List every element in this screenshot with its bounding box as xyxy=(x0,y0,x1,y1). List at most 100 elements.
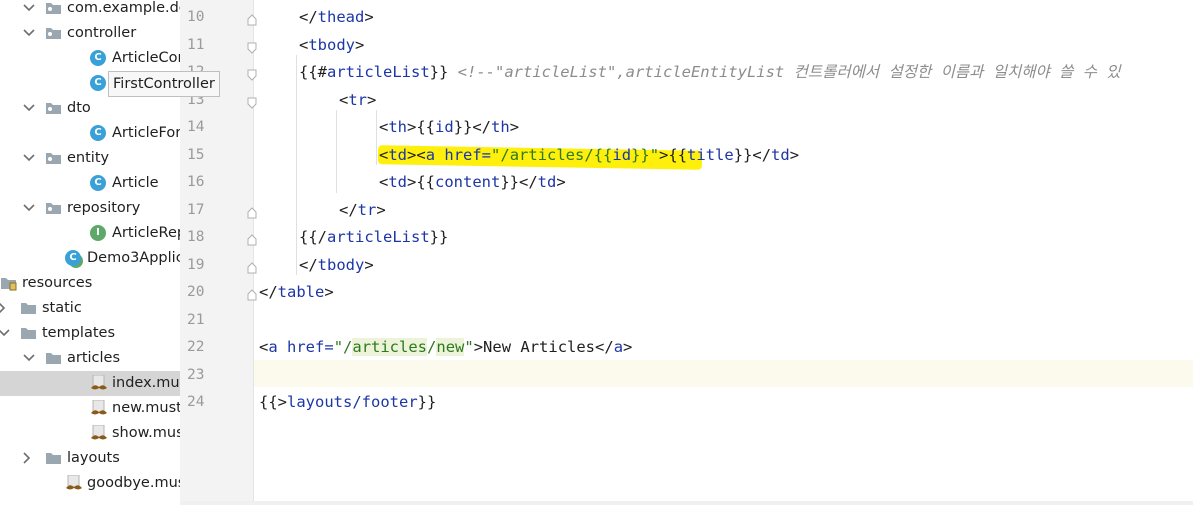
code-line: </tr> xyxy=(339,197,386,224)
tree-item-label: ArticleController xyxy=(112,50,180,66)
line-number: 22 xyxy=(187,339,205,355)
tree-item[interactable]: C Article xyxy=(0,171,180,196)
code-line: </thead> xyxy=(299,4,374,31)
tree-item[interactable]: new.mustache xyxy=(0,396,180,421)
code-token: th xyxy=(491,118,510,136)
code-token: > xyxy=(556,173,566,191)
tree-item-label: Article xyxy=(112,175,159,191)
folder-icon xyxy=(45,350,61,366)
code-token: }}</ xyxy=(500,173,538,191)
code-token: >< xyxy=(407,145,426,164)
class-icon: C xyxy=(90,175,106,191)
tree-item-label: articles xyxy=(67,350,121,366)
code-token: content xyxy=(435,173,501,191)
code-token: td xyxy=(388,145,408,164)
code-line: </table> xyxy=(259,279,334,306)
code-token: tbody xyxy=(308,35,356,54)
code-token: }} xyxy=(631,145,650,164)
code-token: </ xyxy=(299,8,318,26)
code-token: }} xyxy=(417,393,437,411)
code-token: " xyxy=(649,145,660,164)
code-line: <td><a href="/articles/{{id}}">{{title}}… xyxy=(379,142,799,169)
tree-item[interactable]: dto xyxy=(0,96,180,121)
tree-item[interactable]: C Demo3Application xyxy=(0,246,180,271)
tree-item[interactable]: I ArticleRepository xyxy=(0,221,180,246)
class-icon: C xyxy=(90,125,106,141)
code-line: <tbody> xyxy=(299,32,364,59)
tree-item[interactable]: entity xyxy=(0,146,180,171)
code-token: {{> xyxy=(259,393,287,411)
tree-item[interactable]: repository xyxy=(0,196,180,221)
tree-item[interactable]: com.example.demo xyxy=(0,0,180,21)
chevron-down-icon[interactable] xyxy=(23,346,35,371)
code-token: > xyxy=(367,90,377,109)
line-number: 16 xyxy=(187,174,205,190)
code-line: {{#articleList}} <!--"articleList",artic… xyxy=(299,59,1121,86)
code-token: < xyxy=(379,118,389,136)
code-token: table xyxy=(277,283,325,301)
code-token: tbody xyxy=(317,255,365,274)
tree-item[interactable]: index.mustache xyxy=(0,371,180,396)
code-token: < xyxy=(379,173,389,191)
line-number: 21 xyxy=(187,311,205,328)
tree-item[interactable]: C ArticleController xyxy=(0,46,180,71)
code-line: {{>layouts/footer}} xyxy=(259,389,436,416)
tree-item[interactable]: layouts xyxy=(0,446,180,471)
chevron-right-icon[interactable] xyxy=(23,446,35,471)
tree-item[interactable]: static xyxy=(0,296,180,321)
line-number: 14 xyxy=(187,119,205,135)
mustache-file-icon xyxy=(90,399,107,416)
tree-item-label: static xyxy=(42,300,82,316)
mustache-file-icon xyxy=(65,474,82,491)
line-number: 18 xyxy=(187,229,205,245)
chevron-down-icon[interactable] xyxy=(23,0,35,21)
code-editor[interactable]: </thead> <tbody> {{#articleList}} <!--"art… xyxy=(254,0,1193,505)
code-token: <!--"articleList",articleEntityList 컨트롤러… xyxy=(457,63,1121,81)
line-number: 19 xyxy=(187,256,205,273)
code-line: </tbody> xyxy=(299,252,374,279)
code-token: id xyxy=(435,118,454,136)
chevron-down-icon[interactable] xyxy=(23,96,35,121)
line-number: 10 xyxy=(187,9,205,25)
folder-icon xyxy=(20,325,36,341)
chevron-down-icon[interactable] xyxy=(0,321,10,346)
tree-item[interactable]: goodbye.mustache xyxy=(0,471,180,496)
code-token: > xyxy=(789,145,800,164)
code-token: id xyxy=(612,145,632,164)
line-number: 11 xyxy=(187,36,205,53)
code-token: th xyxy=(388,118,408,136)
tree-item[interactable]: C ArticleForm xyxy=(0,121,180,146)
code-token: > xyxy=(509,118,520,136)
code-token: > xyxy=(355,35,365,54)
chevron-down-icon[interactable] xyxy=(23,21,35,46)
code-token: a xyxy=(425,145,445,164)
code-token: >{{ xyxy=(407,173,436,191)
code-token: }}</ xyxy=(733,145,772,164)
line-number: 23 xyxy=(187,366,205,383)
line-number: 20 xyxy=(187,284,205,300)
package-folder-icon xyxy=(45,150,61,166)
code-token: tr xyxy=(357,200,377,219)
tree-item[interactable]: articles xyxy=(0,346,180,371)
tree-item-label: com.example.demo xyxy=(67,0,180,16)
code-token: }} xyxy=(429,63,458,81)
code-line: {{/articleList}} xyxy=(299,224,448,251)
chevron-down-icon[interactable] xyxy=(23,146,35,171)
code-token: href= xyxy=(287,338,334,356)
code-line: <td>{{content}}</td> xyxy=(379,169,566,196)
class-icon: C xyxy=(90,50,106,66)
code-token: }} xyxy=(429,228,449,246)
chevron-down-icon[interactable] xyxy=(23,196,35,221)
tree-item[interactable]: show.mustache xyxy=(0,421,180,446)
chevron-right-icon[interactable] xyxy=(0,296,10,321)
folder-icon xyxy=(20,300,36,316)
code-token: layouts/footer xyxy=(287,393,418,411)
code-token: > xyxy=(364,255,374,274)
line-number: 15 xyxy=(187,146,205,163)
code-token: > xyxy=(623,338,633,356)
tree-item[interactable]: controller xyxy=(0,21,180,46)
tree-item-label: Demo3Application xyxy=(87,250,180,266)
tree-item[interactable]: templates xyxy=(0,321,180,346)
tree-item[interactable]: resources xyxy=(0,271,180,296)
code-token: </ xyxy=(299,255,318,274)
